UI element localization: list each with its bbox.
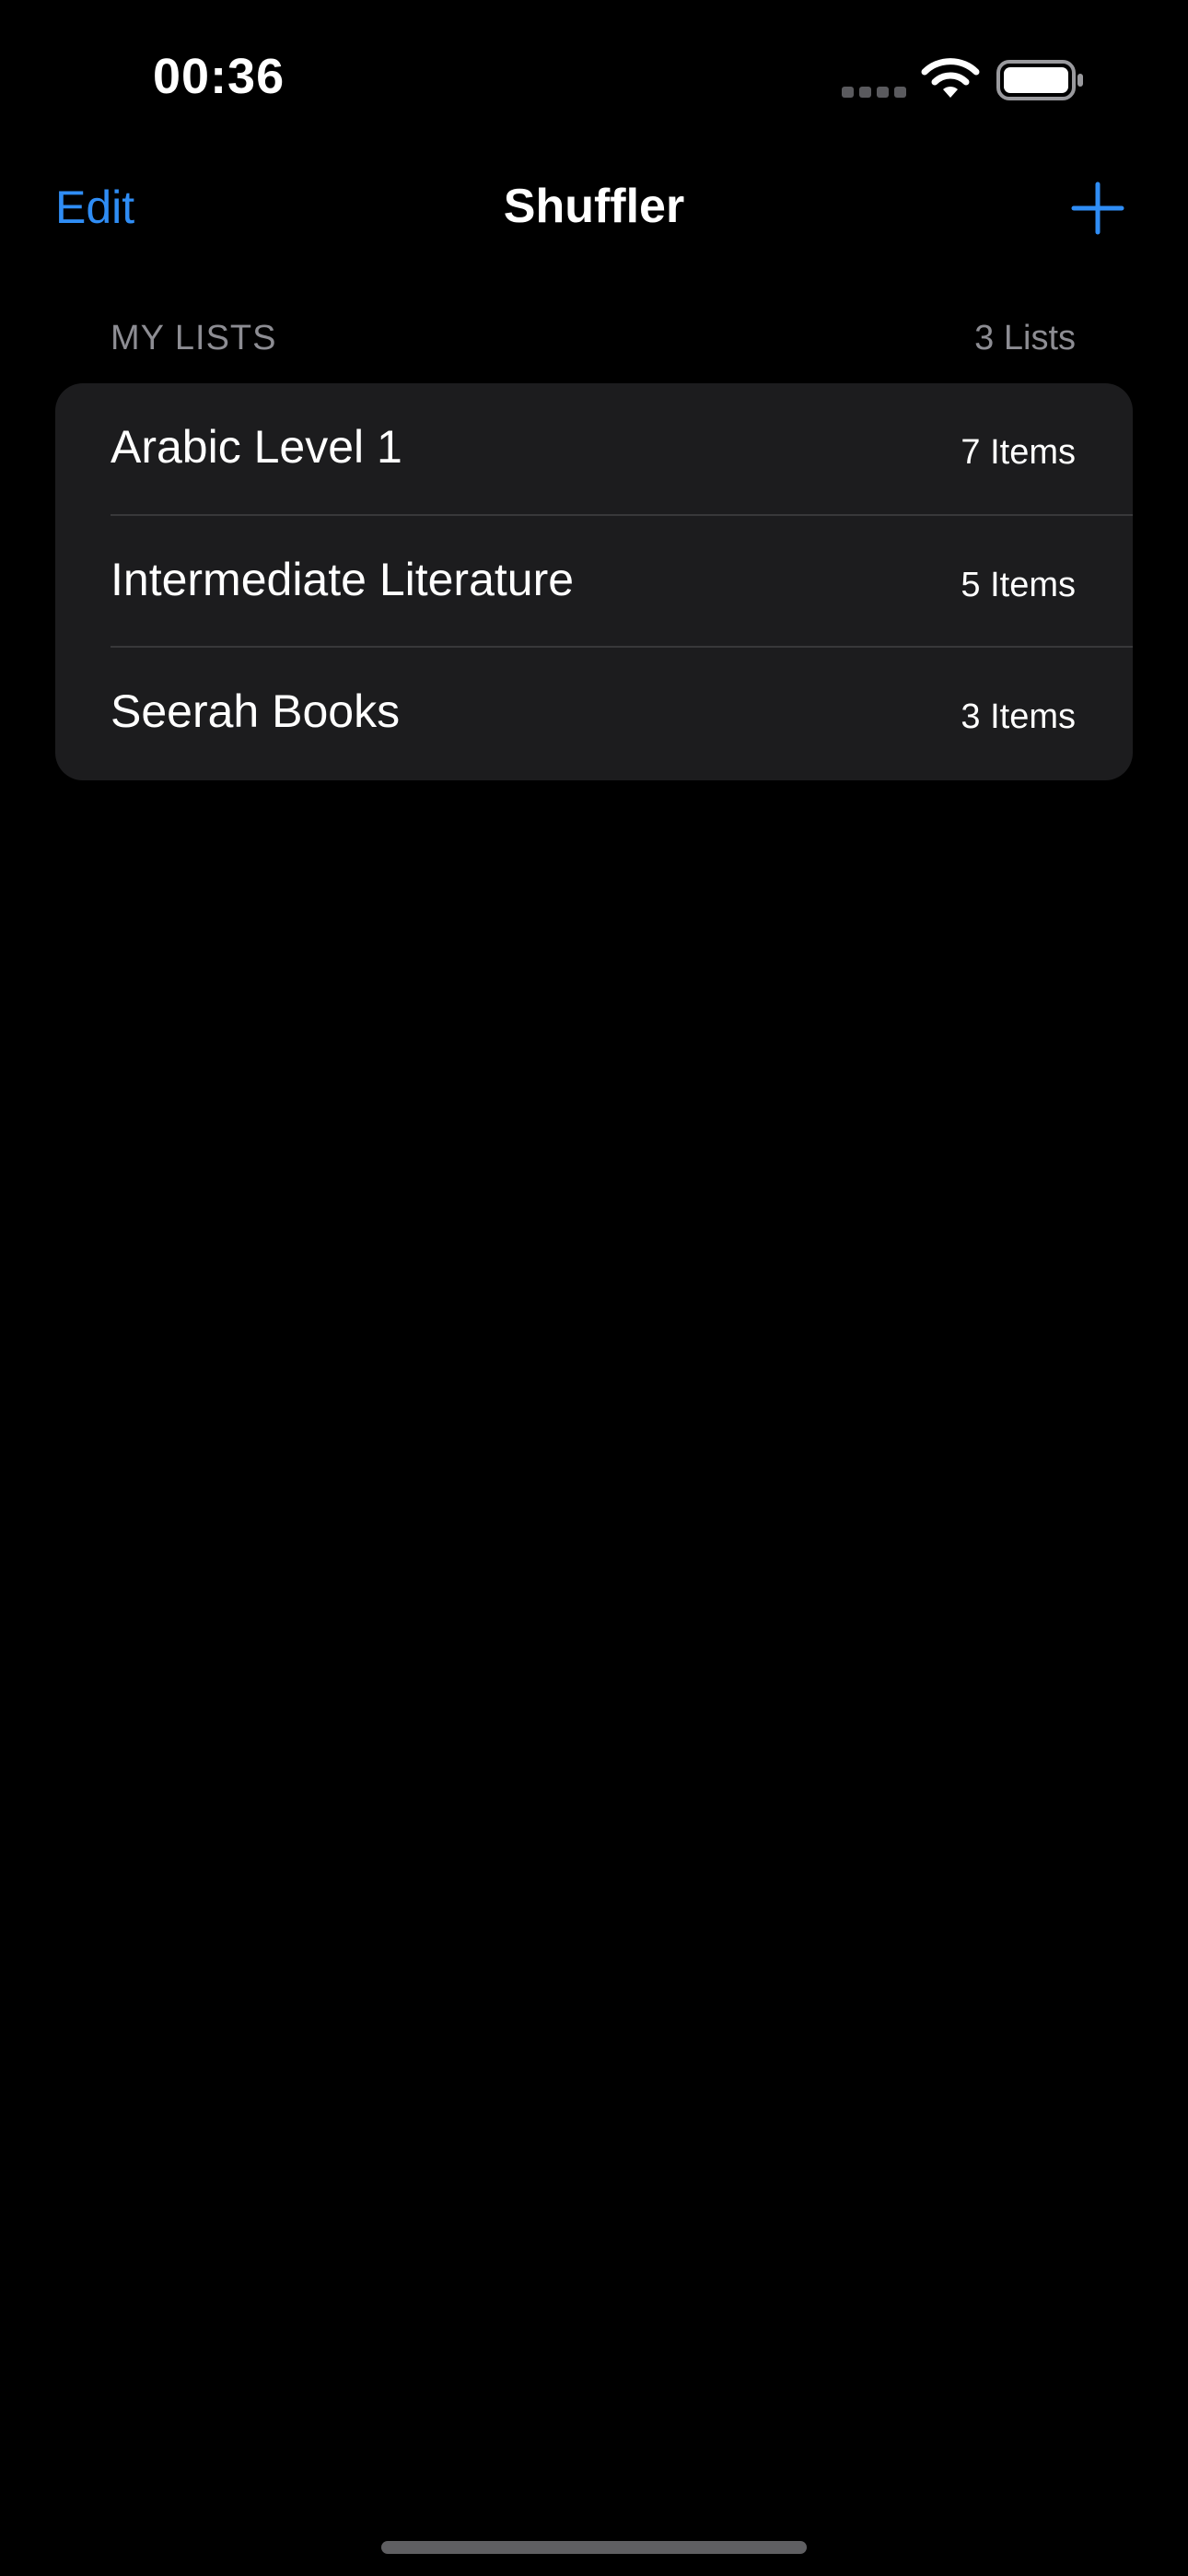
add-list-button[interactable]	[1068, 179, 1127, 238]
status-bar: 00:36	[0, 0, 1188, 157]
list-item[interactable]: Arabic Level 1 7 Items	[55, 383, 1133, 516]
lists-card: Arabic Level 1 7 Items Intermediate Lite…	[55, 383, 1133, 780]
list-item-count: 7 Items	[961, 433, 1076, 472]
list-item-title: Arabic Level 1	[111, 421, 402, 473]
list-item-count: 3 Items	[961, 697, 1076, 736]
cellular-signal-icon	[842, 85, 906, 98]
battery-icon	[996, 59, 1085, 101]
page-title: Shuffler	[503, 180, 685, 233]
list-item-title: Seerah Books	[111, 685, 401, 737]
list-item[interactable]: Seerah Books 3 Items	[55, 648, 1133, 780]
wifi-icon	[921, 57, 980, 100]
navigation-bar: Edit Shuffler	[0, 166, 1188, 251]
section-header: MY LISTS 3 Lists	[111, 319, 1076, 365]
list-item[interactable]: Intermediate Literature 5 Items	[55, 516, 1133, 648]
section-title: MY LISTS	[111, 319, 277, 357]
section-count: 3 Lists	[974, 319, 1076, 357]
list-item-count: 5 Items	[961, 565, 1076, 604]
status-time: 00:36	[153, 49, 285, 104]
home-indicator[interactable]	[381, 2541, 807, 2554]
list-item-title: Intermediate Literature	[111, 553, 575, 605]
plus-icon	[1071, 181, 1124, 235]
